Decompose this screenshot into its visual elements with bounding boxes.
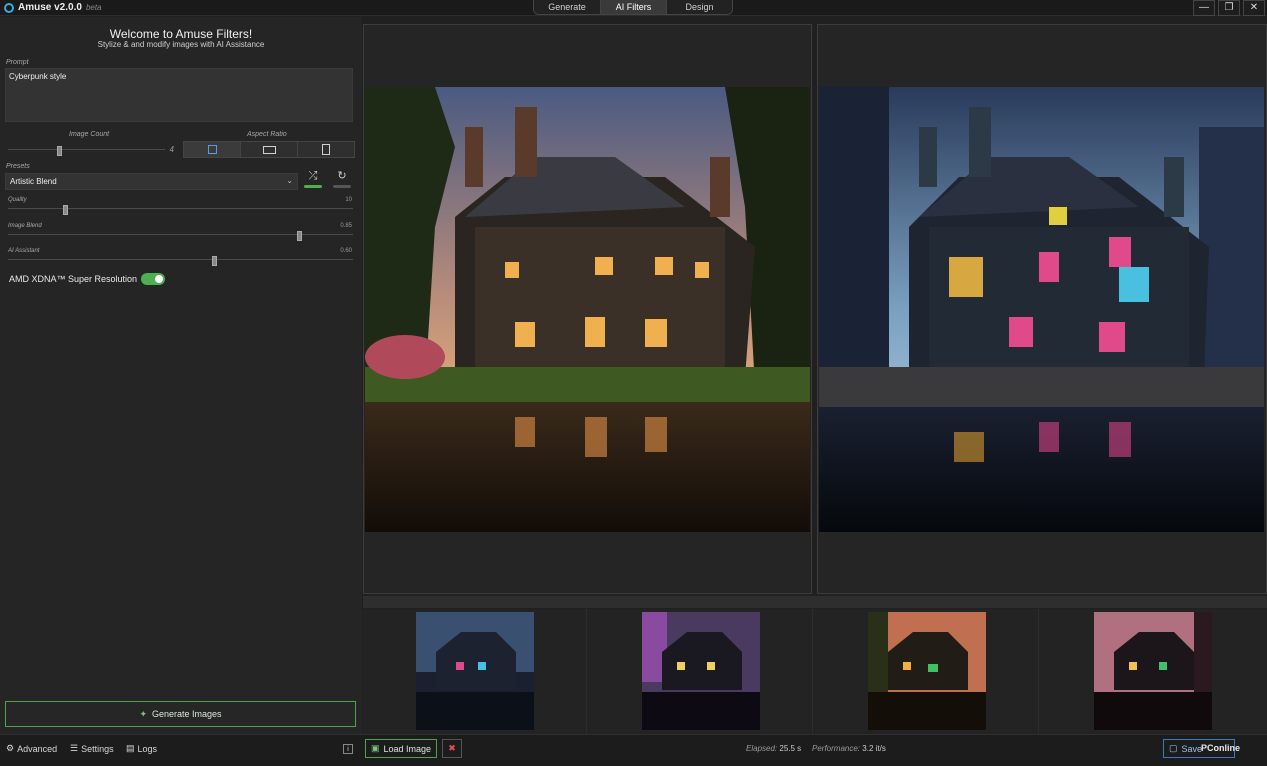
logs-button[interactable]: ▤ Logs: [126, 743, 157, 754]
welcome-title: Welcome to Amuse Filters!: [109, 27, 253, 41]
info-icon[interactable]: i: [343, 744, 353, 754]
magic-wand-icon: ✦: [139, 708, 147, 719]
quality-thumb[interactable]: [63, 205, 68, 215]
performance-stat: Performance: 3.2 it/s: [812, 744, 886, 753]
quality-value: 10: [345, 197, 352, 203]
tab-design[interactable]: Design: [666, 0, 732, 14]
image-blend-label: Image Blend: [8, 223, 42, 229]
results-divider: [363, 596, 1267, 608]
image-blend-slider[interactable]: [8, 231, 353, 241]
amuse-app-window: Amuse v2.0.0 beta Generate AI Filters De…: [0, 0, 1267, 766]
result-thumbnail-2[interactable]: [642, 612, 760, 730]
elapsed-label: Elapsed:: [746, 744, 778, 753]
result-thumbnail-cell: [589, 609, 813, 734]
mode-tabs: Generate AI Filters Design: [533, 0, 733, 15]
aspect-ratio-selector: [183, 141, 355, 158]
result-thumbnail-cell: [815, 609, 1039, 734]
save-label: Save: [1181, 743, 1203, 754]
elapsed-value: 25.5 s: [779, 744, 802, 753]
quality-label: Quality: [8, 197, 27, 203]
result-thumbnail-3[interactable]: [868, 612, 986, 730]
settings-sliders-icon: ☰: [70, 743, 79, 753]
minimize-button[interactable]: —: [1193, 0, 1215, 16]
settings-button[interactable]: ☰ Settings: [70, 743, 114, 754]
advanced-label: Advanced: [17, 743, 58, 754]
advanced-button[interactable]: ⚙ Advanced: [6, 743, 57, 754]
settings-label: Settings: [81, 743, 114, 754]
super-resolution-label: AMD XDNA™ Super Resolution: [9, 274, 138, 284]
performance-label: Performance:: [812, 744, 861, 753]
load-image-icon: ▣: [371, 743, 380, 753]
window-controls: — ❐ ✕: [1193, 0, 1265, 16]
performance-value: 3.2 it/s: [862, 744, 886, 753]
refresh-icon[interactable]: ↻: [332, 170, 352, 184]
result-thumbnail-cell: [1041, 609, 1265, 734]
presets-label: Presets: [6, 163, 30, 170]
welcome-subtitle: Stylize & and modify images with AI Assi…: [97, 40, 265, 49]
aspect-portrait-option[interactable]: [297, 142, 354, 157]
output-image[interactable]: [819, 87, 1264, 532]
elapsed-stat: Elapsed: 25.5 s: [746, 744, 801, 753]
square-icon: [207, 145, 217, 154]
input-image-pane: [363, 24, 812, 594]
landscape-icon: [262, 145, 276, 154]
preset-value: Artistic Blend: [10, 177, 57, 186]
shuffle-active-indicator: [304, 185, 322, 188]
beta-badge: beta: [85, 3, 102, 12]
restore-button[interactable]: ❐: [1218, 0, 1240, 16]
input-image[interactable]: [365, 87, 810, 532]
advanced-user-icon: ⚙: [6, 743, 15, 753]
app-title: Amuse v2.0.0 beta: [4, 2, 102, 13]
ai-assistant-thumb[interactable]: [212, 256, 217, 266]
ai-assistant-label: AI Assistant: [8, 248, 40, 254]
ai-assistant-slider[interactable]: [8, 256, 353, 266]
quality-slider[interactable]: [8, 205, 353, 215]
image-count-value: 4: [169, 145, 174, 154]
aspect-landscape-option[interactable]: [240, 142, 297, 157]
super-resolution-row: AMD XDNA™ Super Resolution: [9, 273, 166, 285]
filter-settings-panel: Welcome to Amuse Filters! Stylize & and …: [0, 17, 362, 734]
image-blend-thumb[interactable]: [297, 231, 302, 241]
generate-images-button[interactable]: ✦ Generate Images: [5, 701, 356, 727]
app-name: Amuse v2.0.0: [18, 2, 82, 13]
refresh-indicator: [333, 185, 351, 188]
image-count-thumb[interactable]: [57, 146, 62, 156]
watermark-text: PConline: [1201, 743, 1241, 753]
ai-assistant-value: 0.60: [340, 248, 352, 254]
image-count-slider[interactable]: [8, 146, 165, 156]
status-bar: ⚙ Advanced ☰ Settings ▤ Logs i ▣ Load Im…: [0, 734, 1267, 766]
result-thumbnail-4[interactable]: [1094, 612, 1212, 730]
load-image-label: Load Image: [383, 743, 432, 754]
chevron-down-icon: ⌄: [286, 176, 293, 185]
close-button[interactable]: ✕: [1243, 0, 1265, 16]
result-thumbnails: [363, 609, 1267, 734]
preset-dropdown[interactable]: Artistic Blend ⌄: [5, 173, 298, 190]
shuffle-icon[interactable]: ⤮: [303, 170, 323, 184]
logs-label: Logs: [137, 743, 158, 754]
output-image-pane: [817, 24, 1267, 594]
tab-generate[interactable]: Generate: [534, 0, 600, 14]
aspect-square-option[interactable]: [184, 142, 240, 157]
image-blend-value: 0.85: [340, 223, 352, 229]
tab-ai-filters[interactable]: AI Filters: [600, 0, 666, 14]
result-thumbnail-cell: [363, 609, 587, 734]
generate-images-label: Generate Images: [152, 709, 222, 719]
result-thumbnail-1[interactable]: [416, 612, 534, 730]
portrait-icon: [322, 144, 330, 155]
save-icon: ▢: [1169, 743, 1178, 753]
amuse-logo-icon: [4, 2, 14, 13]
prompt-input[interactable]: Cyberpunk style: [5, 68, 353, 122]
prompt-label: Prompt: [6, 59, 29, 66]
load-image-button[interactable]: ▣ Load Image: [365, 739, 438, 758]
logs-icon: ▤: [126, 743, 135, 753]
image-count-label: Image Count: [69, 131, 110, 138]
title-bar: Amuse v2.0.0 beta Generate AI Filters De…: [0, 0, 1267, 16]
delete-icon[interactable]: ✖: [442, 739, 462, 758]
aspect-ratio-label: Aspect Ratio: [247, 131, 287, 138]
super-resolution-toggle[interactable]: [141, 273, 166, 285]
